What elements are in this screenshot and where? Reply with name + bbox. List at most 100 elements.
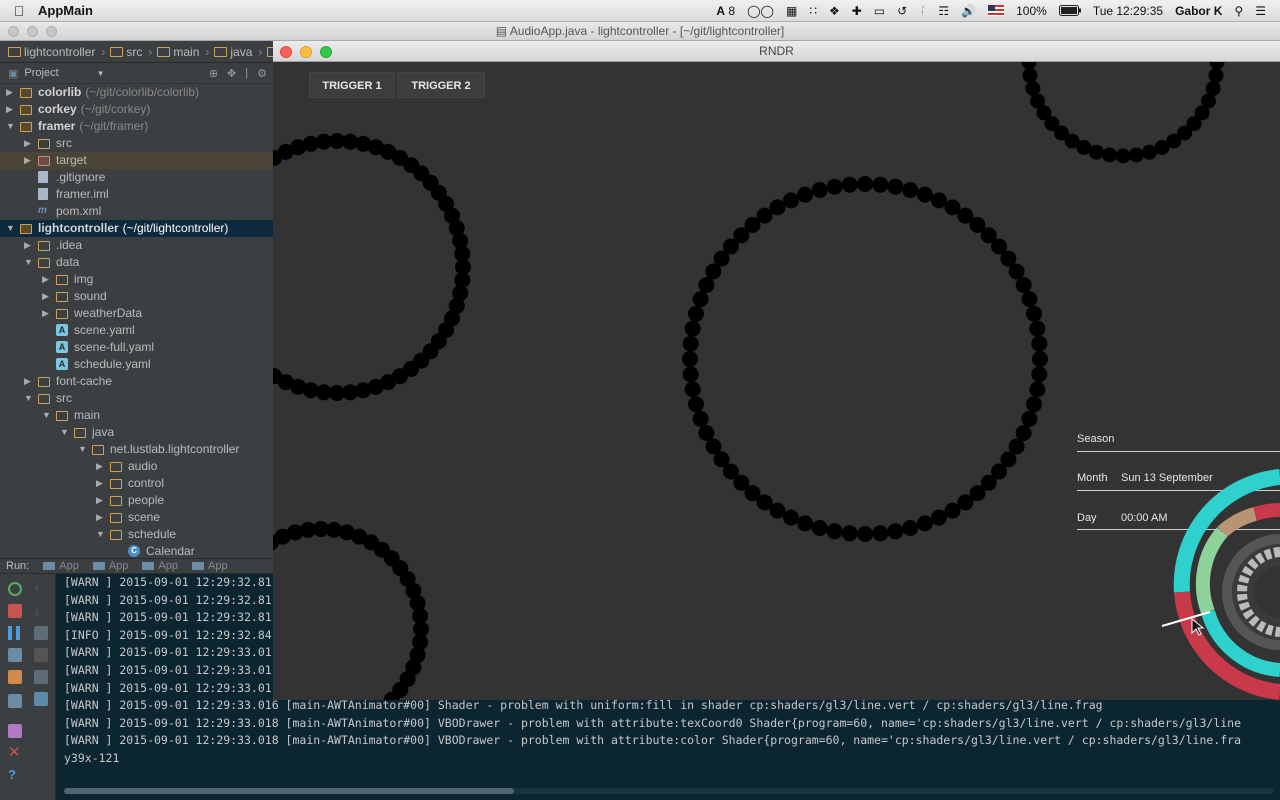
tree-item[interactable]: ▶ colorlib (~/git/colorlib/colorlib)	[0, 84, 273, 101]
trigger-2-button[interactable]: TRIGGER 2	[397, 72, 485, 98]
chevron-down-icon[interactable]: ▼	[6, 220, 16, 237]
tree-item[interactable]: ▼ main	[0, 407, 273, 424]
tree-item[interactable]: ▶ control	[0, 475, 273, 492]
chevron-right-icon[interactable]: ▶	[42, 271, 52, 288]
time-machine-icon[interactable]: ↺	[897, 4, 907, 18]
tree-item[interactable]: ▼ data	[0, 254, 273, 271]
pause-icon[interactable]	[8, 626, 20, 640]
soft-wrap-icon[interactable]	[34, 626, 48, 640]
plus-app-icon[interactable]: ✚	[852, 4, 862, 18]
chevron-right-icon[interactable]: ▶	[24, 152, 34, 169]
tree-item[interactable]: ▼ java	[0, 424, 273, 441]
dropbox-icon[interactable]: ❖	[829, 4, 840, 18]
chevron-down-icon[interactable]: ▼	[24, 254, 34, 271]
chevron-right-icon[interactable]: ▶	[96, 509, 106, 526]
trash-icon[interactable]	[34, 692, 48, 706]
breadcrumb-item-src[interactable]: › src	[99, 45, 142, 59]
rndr-minimize-button[interactable]	[300, 46, 312, 58]
tree-item[interactable]: Ascene.yaml	[0, 322, 273, 339]
apple-menu-icon[interactable]: 	[0, 3, 38, 19]
airplay-icon[interactable]: ▭	[874, 4, 885, 18]
glasses-icon[interactable]: ◯◯	[747, 4, 774, 18]
tree-item[interactable]: ▼ schedule	[0, 526, 273, 543]
tree-item[interactable]: ▶ .idea	[0, 237, 273, 254]
run-tab-app[interactable]: App	[191, 560, 228, 572]
tree-item[interactable]: ▼ lightcontroller (~/git/lightcontroller)	[0, 220, 273, 237]
scroll-down-icon[interactable]: ↓	[34, 604, 48, 618]
chevron-down-icon[interactable]: ▼	[96, 526, 106, 543]
trigger-1-button[interactable]: TRIGGER 1	[309, 72, 395, 98]
rndr-close-button[interactable]	[280, 46, 292, 58]
chevron-right-icon[interactable]: ▶	[6, 101, 16, 118]
exit-icon[interactable]	[8, 670, 22, 684]
chevron-right-icon[interactable]: ▶	[24, 135, 34, 152]
chevron-down-icon[interactable]: ▼	[42, 407, 52, 424]
gear-icon[interactable]: ⚙	[257, 67, 267, 80]
battery-icon[interactable]	[1058, 5, 1081, 16]
tree-item[interactable]: ▶ font-cache	[0, 373, 273, 390]
tree-item[interactable]: ▶ audio	[0, 458, 273, 475]
ide-close-button[interactable]	[8, 26, 19, 37]
print-icon[interactable]	[34, 670, 48, 684]
app-menu-name[interactable]: AppMain	[38, 3, 93, 18]
chevron-right-icon[interactable]: ▶	[24, 237, 34, 254]
tree-item[interactable]: Ascene-full.yaml	[0, 339, 273, 356]
project-view-selector[interactable]: Project	[24, 67, 58, 79]
wifi-icon[interactable]: ☶	[938, 4, 949, 18]
run-tab-app[interactable]: App	[142, 560, 178, 572]
adobe-icon[interactable]: A 8	[716, 4, 735, 18]
rerun-icon[interactable]	[8, 582, 22, 596]
tree-item[interactable]: ▶ target	[0, 152, 273, 169]
tree-item[interactable]: ▶ people	[0, 492, 273, 509]
tree-item[interactable]: ▼ net.lustlab.lightcontroller	[0, 441, 273, 458]
grid-icon[interactable]: ∷	[809, 4, 817, 18]
pin-icon[interactable]	[8, 724, 22, 738]
chevron-right-icon[interactable]: ▶	[96, 492, 106, 509]
breadcrumb-item-main[interactable]: › main	[146, 45, 199, 59]
notification-center-icon[interactable]: ☰	[1255, 4, 1266, 18]
console-horizontal-scrollbar[interactable]	[64, 788, 1274, 794]
tree-item[interactable]: ▼ src	[0, 390, 273, 407]
ide-minimize-button[interactable]	[27, 26, 38, 37]
close-icon[interactable]: ✕	[8, 745, 22, 760]
tree-item[interactable]: ▶ sound	[0, 288, 273, 305]
flag-icon[interactable]	[988, 5, 1005, 16]
tree-item[interactable]: ▶ corkey (~/git/corkey)	[0, 101, 273, 118]
dump-threads-icon[interactable]	[8, 648, 22, 662]
tree-item[interactable]: framer.iml	[0, 186, 273, 203]
bluetooth-icon[interactable]: ᛛ	[919, 4, 926, 18]
rndr-zoom-button[interactable]	[320, 46, 332, 58]
chevron-down-icon[interactable]: ▼	[6, 118, 16, 135]
chevron-right-icon[interactable]: ▶	[6, 84, 16, 101]
scrollbar-thumb[interactable]	[64, 788, 514, 794]
clipboard-icon[interactable]: ▦	[786, 4, 797, 18]
chevron-down-icon[interactable]: ▼	[60, 424, 70, 441]
help-icon[interactable]: ?	[8, 768, 22, 782]
chevron-right-icon[interactable]: ▶	[24, 373, 34, 390]
clock[interactable]: Tue 12:29:35	[1093, 4, 1163, 18]
chevron-down-icon[interactable]: ▼	[97, 69, 105, 78]
scroll-up-icon[interactable]: ↑	[34, 582, 48, 596]
tree-item[interactable]: ▶ scene	[0, 509, 273, 526]
tree-item[interactable]: ▶ weatherData	[0, 305, 273, 322]
locate-icon[interactable]: ⊕	[209, 67, 218, 80]
layout-icon[interactable]	[8, 694, 22, 708]
breadcrumb-item-project[interactable]: lightcontroller	[8, 45, 95, 59]
user-name[interactable]: Gabor K	[1175, 4, 1222, 18]
chevron-down-icon[interactable]: ▼	[24, 390, 34, 407]
spotlight-search-icon[interactable]: ⚲	[1234, 4, 1243, 18]
stop-icon[interactable]	[8, 604, 22, 618]
ide-zoom-button[interactable]	[46, 26, 57, 37]
battery-percent[interactable]: 100%	[1016, 4, 1047, 18]
chevron-right-icon[interactable]: ▶	[42, 305, 52, 322]
collapse-all-icon[interactable]: ✥	[227, 67, 236, 80]
rndr-canvas[interactable]: TRIGGER 1 TRIGGER 2 Season Month Sun 13 …	[273, 62, 1280, 700]
chevron-right-icon[interactable]: ▶	[96, 458, 106, 475]
tree-item[interactable]: m pom.xml	[0, 203, 273, 220]
breadcrumb-item-java[interactable]: › java	[203, 45, 252, 59]
volume-icon[interactable]: 🔊	[961, 4, 976, 18]
scroll-end-icon[interactable]	[34, 648, 48, 662]
run-tab-app[interactable]: App	[43, 560, 79, 572]
tree-item[interactable]: Aschedule.yaml	[0, 356, 273, 373]
tree-item[interactable]: C Calendar	[0, 543, 273, 558]
